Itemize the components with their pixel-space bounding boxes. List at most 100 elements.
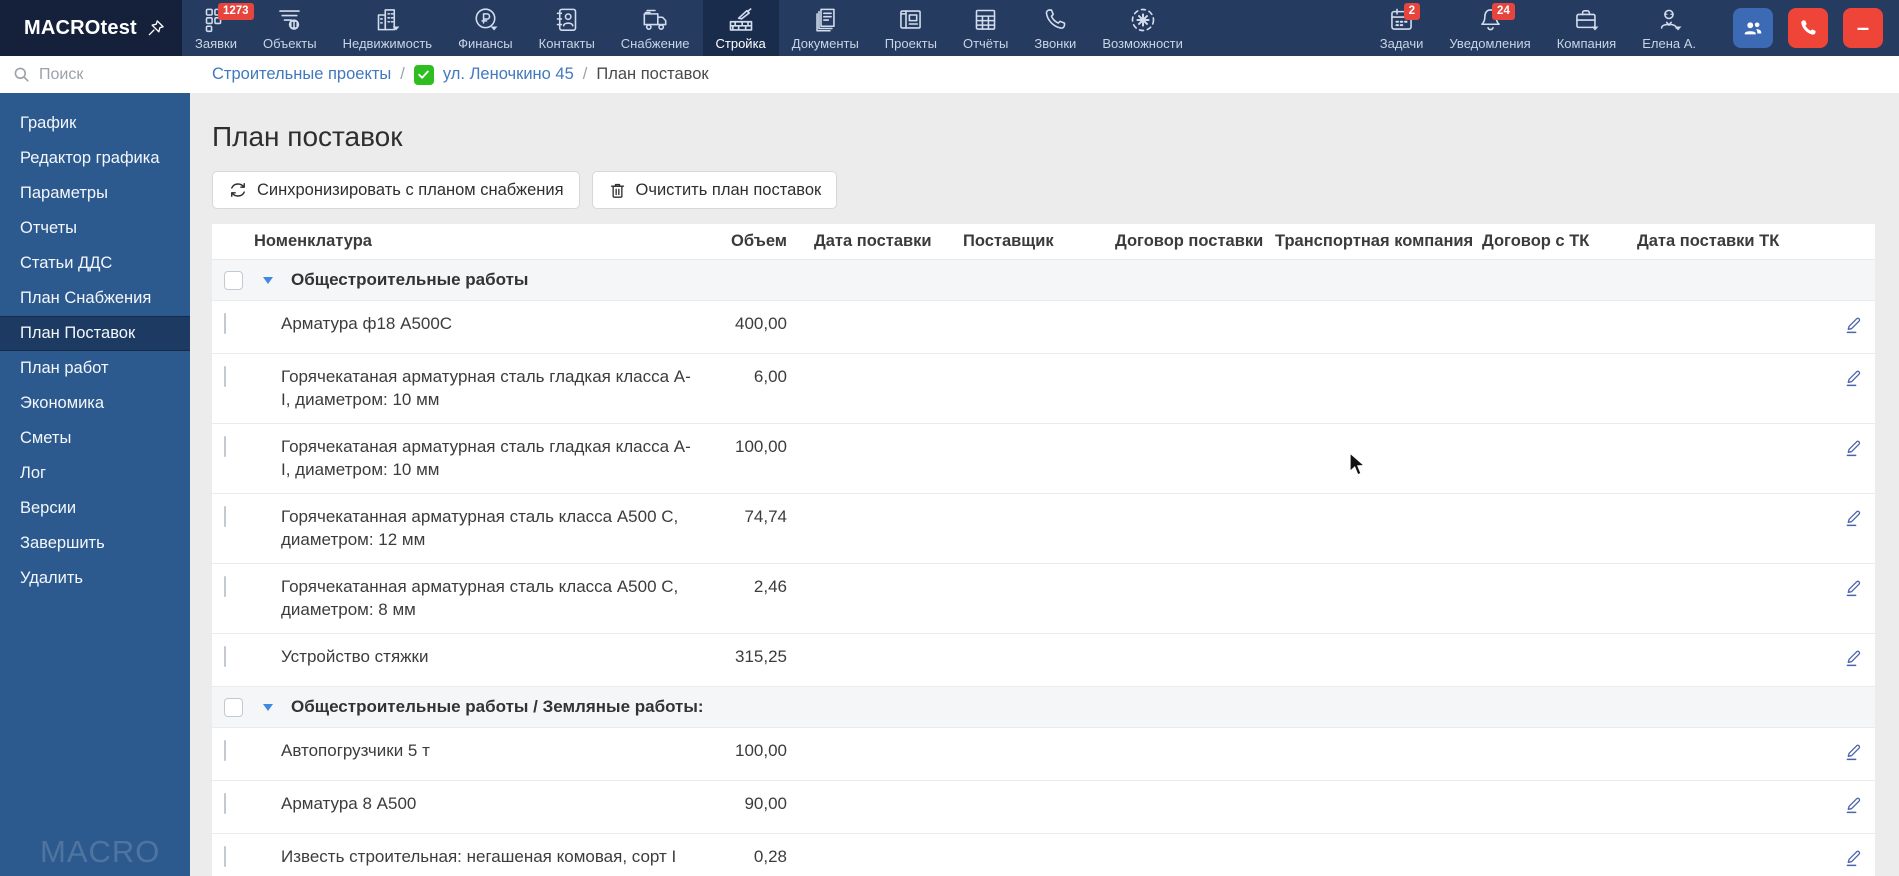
row-checkbox[interactable] [224, 436, 226, 457]
sidebar-item-0[interactable]: График [0, 106, 190, 141]
sidebar-item-13[interactable]: Удалить [0, 561, 190, 596]
nav-item-contacts[interactable]: Контакты [526, 0, 608, 56]
nav-item-projects[interactable]: Проекты [872, 0, 950, 56]
table-row: Известь строительная: негашеная комовая,… [212, 834, 1875, 876]
breadcrumb-link-projects[interactable]: Строительные проекты [212, 65, 391, 84]
cell-transport-company [1275, 494, 1482, 518]
sidebar-item-4[interactable]: Статьи ДДС [0, 246, 190, 281]
minimize-button[interactable]: – [1843, 8, 1883, 48]
nav-item-company[interactable]: Компания [1544, 0, 1630, 56]
sidebar-item-3[interactable]: Отчеты [0, 211, 190, 246]
nav-item-label: Отчёты [962, 36, 1009, 51]
company-icon [1573, 5, 1600, 34]
cell-volume: 74,74 [744, 507, 787, 526]
cell-nomenclature: Горячекатанная арматурная сталь класса А… [281, 507, 679, 549]
breadcrumb-current: План поставок [596, 65, 709, 83]
nav-item-tasks[interactable]: 2 Задачи [1367, 0, 1437, 56]
cell-tk-contract [1482, 301, 1637, 325]
cell-nomenclature: Горячекатаная арматурная сталь гладкая к… [281, 437, 691, 479]
col-header-transport-company: Транспортная компания [1275, 232, 1474, 250]
breadcrumb-link-object[interactable]: ул. Леночкино 45 [443, 65, 574, 84]
cell-supply-contract [1115, 564, 1275, 588]
button-label: Очистить план поставок [635, 180, 822, 199]
pin-icon[interactable] [146, 18, 166, 38]
cell-tk-date [1637, 301, 1831, 325]
nav-item-documents[interactable]: Документы [779, 0, 872, 56]
edit-row-button[interactable] [1841, 738, 1866, 768]
nav-item-features[interactable]: Возможности [1089, 0, 1196, 56]
row-checkbox[interactable] [224, 740, 226, 761]
main-content: План поставок Синхронизировать с планом … [190, 93, 1899, 876]
edit-row-button[interactable] [1841, 504, 1866, 534]
cell-supply-contract [1115, 634, 1275, 658]
secondary-nav: 2 Задачи 24 Уведомления Компания Елена А. [1367, 0, 1709, 56]
edit-row-button[interactable] [1841, 644, 1866, 674]
sidebar-item-7[interactable]: План работ [0, 351, 190, 386]
collapse-caret-icon[interactable] [263, 276, 273, 284]
nav-item-supply[interactable]: Снабжение [608, 0, 703, 56]
sidebar-item-12[interactable]: Завершить [0, 526, 190, 561]
edit-row-button[interactable] [1841, 574, 1866, 604]
cell-volume: 90,00 [744, 794, 787, 813]
nav-item-objects[interactable]: Объекты [250, 0, 330, 56]
sidebar-item-10[interactable]: Лог [0, 456, 190, 491]
pencil-icon [1846, 440, 1860, 457]
col-header-tk-contract: Договор с ТК [1482, 232, 1590, 250]
sync-supply-plan-button[interactable]: Синхронизировать с планом снабжения [212, 171, 580, 209]
nav-item-construction[interactable]: Стройка [702, 0, 779, 56]
row-checkbox[interactable] [224, 646, 226, 667]
users-button[interactable] [1733, 8, 1773, 48]
clear-delivery-plan-button[interactable]: Очистить план поставок [591, 171, 838, 209]
edit-row-button[interactable] [1841, 434, 1866, 464]
app-logo[interactable]: MACROtest [0, 0, 182, 56]
nav-item-finance[interactable]: Финансы [445, 0, 526, 56]
pencil-icon [1846, 580, 1860, 597]
cell-tk-contract [1482, 354, 1637, 378]
nav-item-user[interactable]: Елена А. [1629, 0, 1709, 56]
collapse-caret-icon[interactable] [263, 703, 273, 711]
nav-item-applications[interactable]: 1273 Заявки [182, 0, 254, 56]
row-checkbox[interactable] [224, 793, 226, 814]
table-group-row: Общестроительные работы / Земляные работ… [212, 687, 1875, 728]
edit-row-button[interactable] [1841, 844, 1866, 874]
row-checkbox[interactable] [224, 697, 243, 717]
row-checkbox[interactable] [224, 270, 243, 290]
row-checkbox[interactable] [224, 506, 226, 527]
cell-volume: 100,00 [735, 741, 787, 760]
sidebar-item-1[interactable]: Редактор графика [0, 141, 190, 176]
edit-row-button[interactable] [1841, 311, 1866, 341]
nav-item-notifications[interactable]: 24 Уведомления [1436, 0, 1543, 56]
sidebar-item-8[interactable]: Экономика [0, 386, 190, 421]
search-input[interactable] [39, 65, 180, 84]
row-checkbox[interactable] [224, 366, 226, 387]
group-name: Общестроительные работы / Земляные работ… [291, 697, 704, 716]
nav-item-calls[interactable]: Звонки [1021, 0, 1089, 56]
sidebar-item-5[interactable]: План Снабжения [0, 281, 190, 316]
delivery-plan-table: Номенклатура Объем Дата поставки Поставщ… [212, 224, 1875, 876]
edit-row-button[interactable] [1841, 364, 1866, 394]
cell-volume: 2,46 [753, 577, 787, 596]
cell-supplier [963, 354, 1115, 378]
cell-delivery-date [787, 634, 963, 658]
edit-row-button[interactable] [1841, 791, 1866, 821]
pencil-icon [1846, 510, 1860, 527]
sidebar-item-2[interactable]: Параметры [0, 176, 190, 211]
nav-item-realty[interactable]: Недвижимость [330, 0, 445, 56]
cell-volume: 100,00 [735, 437, 787, 456]
sidebar-item-9[interactable]: Сметы [0, 421, 190, 456]
pencil-icon [1846, 317, 1860, 334]
sidebar-item-11[interactable]: Версии [0, 491, 190, 526]
table-row: Горячекатаная арматурная сталь гладкая к… [212, 424, 1875, 494]
nav-item-reports[interactable]: Отчёты [950, 0, 1021, 56]
cell-tk-contract [1482, 634, 1637, 658]
phone-button[interactable] [1788, 8, 1828, 48]
row-checkbox[interactable] [224, 576, 226, 597]
cell-tk-date [1637, 634, 1831, 658]
features-icon [1129, 5, 1157, 34]
minimize-label: – [1856, 15, 1870, 40]
sidebar-item-6[interactable]: План Поставок [0, 316, 190, 351]
cell-delivery-date [787, 301, 963, 325]
row-checkbox[interactable] [224, 313, 226, 334]
breadcrumb-separator: / [400, 65, 405, 83]
row-checkbox[interactable] [224, 846, 226, 867]
